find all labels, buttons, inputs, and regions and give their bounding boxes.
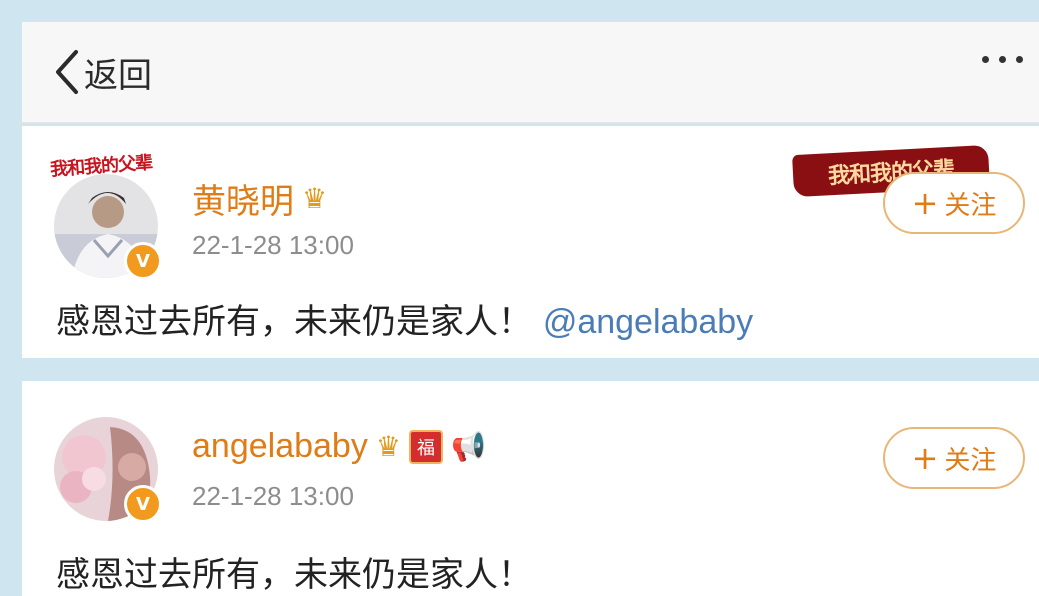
author-name-row: 黄晓明 ♛ — [192, 174, 327, 223]
verified-badge-icon: V — [124, 242, 162, 280]
post-body: 感恩过去所有，未来仍是家人！ — [56, 555, 532, 595]
follow-button[interactable]: + 关注 — [883, 172, 1025, 234]
crown-icon: ♛ — [302, 182, 328, 215]
post-body: 感恩过去所有，未来仍是家人！ — [56, 302, 532, 342]
follow-label: 关注 — [944, 190, 997, 221]
crown-icon: ♛ — [375, 430, 401, 463]
more-dot-icon — [1016, 56, 1023, 63]
author-name-row: angelababy ♛ 福 📢 — [192, 427, 486, 466]
post-time: 22-1-28 13:00 — [192, 481, 354, 511]
megaphone-icon: 📢 — [450, 430, 486, 463]
chevron-left-icon — [52, 49, 82, 95]
verified-badge-icon: V — [124, 485, 162, 523]
avatar[interactable]: V — [54, 174, 162, 280]
plus-icon: + — [911, 439, 939, 477]
author-name[interactable]: angelababy — [192, 427, 368, 466]
weibo-post: V angelababy ♛ 福 📢 22-1-28 13:00 + 关注 感恩… — [22, 381, 1039, 596]
post-text: 感恩过去所有，未来仍是家人！ — [56, 547, 532, 596]
author-name[interactable]: 黄晓明 — [192, 174, 294, 223]
follow-button[interactable]: + 关注 — [883, 427, 1025, 489]
back-label: 返回 — [84, 55, 152, 96]
post-time: 22-1-28 13:00 — [192, 230, 354, 260]
more-options-button[interactable] — [982, 56, 1023, 63]
mention-link[interactable]: @angelababy — [543, 303, 753, 341]
follow-label: 关注 — [944, 445, 997, 476]
plus-icon: + — [911, 184, 939, 222]
fu-badge-icon: 福 — [408, 429, 443, 464]
top-nav-bar: 返回 — [22, 22, 1039, 123]
post-text: 感恩过去所有，未来仍是家人！ @angelababy — [56, 294, 753, 343]
more-dot-icon — [999, 56, 1006, 63]
back-button[interactable]: 返回 — [52, 44, 152, 100]
avatar[interactable]: V — [54, 417, 162, 523]
weibo-post: 我和我的父辈 V 黄晓明 ♛ 22-1-28 13:00 我和我的父辈 + 关注… — [22, 126, 1039, 358]
more-dot-icon — [982, 56, 989, 63]
